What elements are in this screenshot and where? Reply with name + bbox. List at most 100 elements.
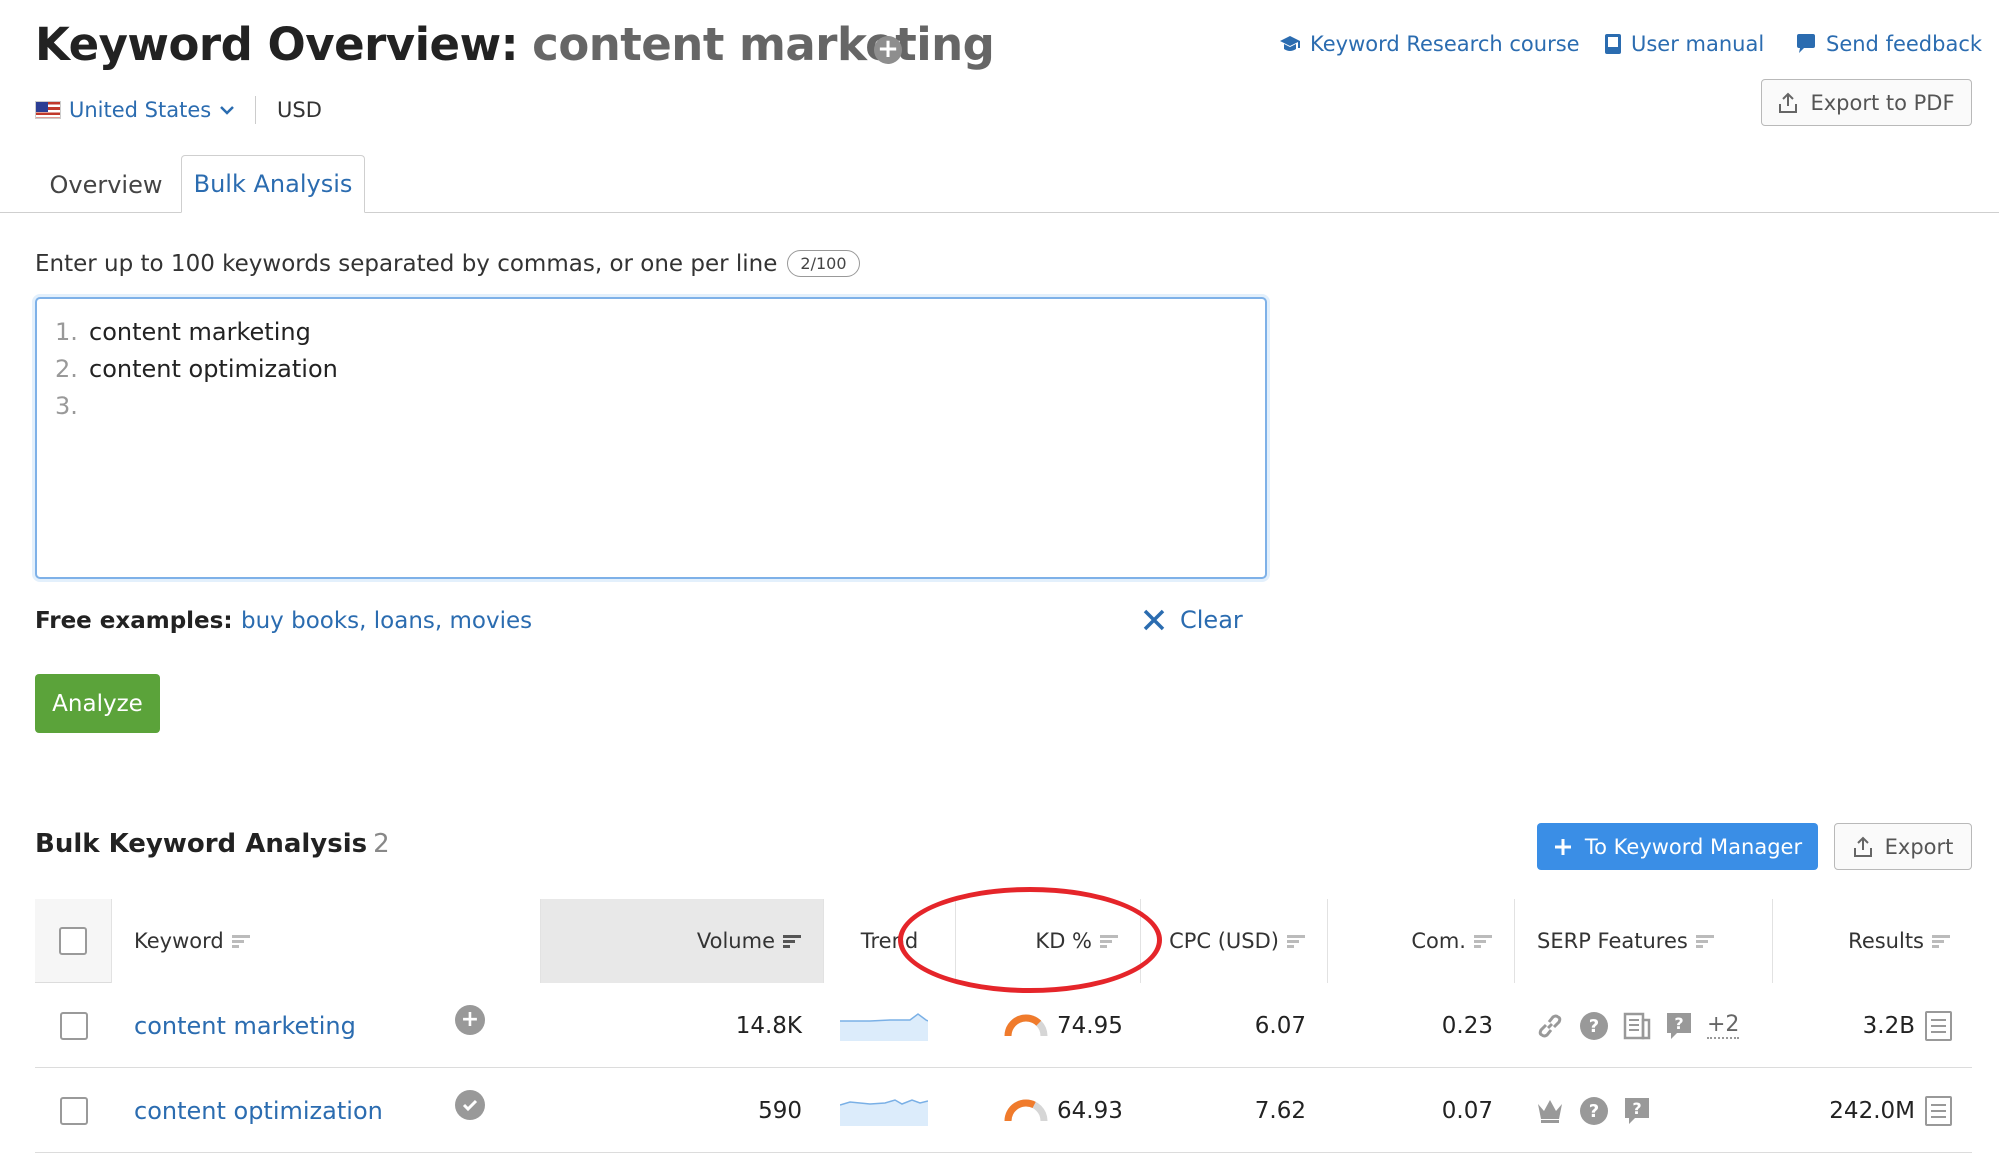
export-pdf-label: Export to PDF [1810,90,1955,115]
column-header-com[interactable]: Com. [1328,899,1515,983]
svg-text:?: ? [1589,1101,1599,1122]
free-examples-label: Free examples: [35,608,233,634]
keyword-line: 1. content marketing [55,313,1247,350]
line-text: content optimization [89,354,338,383]
keyword-line: 2. content optimization [55,350,1247,387]
sort-icon [1474,934,1492,948]
column-label: SERP Features [1537,929,1688,953]
keywords-textarea[interactable]: 1. content marketing 2. content optimizati… [35,297,1267,579]
table-row: content optimization 590 64.93 7.62 0.07… [35,1068,1972,1153]
upload-icon [1779,92,1798,113]
export-label: Export [1884,834,1954,859]
user-manual-label: User manual [1631,32,1765,56]
results-count: 2 [373,829,390,859]
keyword-research-course-label: Keyword Research course [1310,32,1580,56]
serp-features-cell: ? ? [1535,1068,1651,1153]
kd-gauge-fill [1004,1014,1042,1036]
added-status-icon[interactable] [455,1062,485,1147]
sort-icon [1695,934,1714,948]
select-all-checkbox[interactable] [59,927,87,955]
kd-gauge-icon [1004,1099,1048,1121]
tab-bulk-analysis[interactable]: Bulk Analysis [181,155,365,213]
svg-text:?: ? [1589,1016,1599,1037]
keyword-link[interactable]: content marketing [134,983,356,1068]
tab-overview[interactable]: Overview [36,156,176,213]
chat-bubble-icon [1797,34,1815,53]
row-checkbox[interactable] [59,1011,88,1040]
column-label: Com. [1411,929,1466,953]
link-icon [1538,1014,1562,1037]
currency-label: USD [277,98,322,122]
column-header-results[interactable]: Results [1773,899,1972,983]
faq-icon: ? [1667,1012,1691,1039]
free-examples-link[interactable]: buy books, loans, movies [241,608,532,634]
column-header-cpc[interactable]: CPC (USD) [1141,899,1328,983]
kd-value: 64.93 [1057,1097,1123,1124]
column-label: Volume [696,929,775,953]
add-keyword-icon[interactable]: + [874,36,902,64]
upload-icon [1853,836,1872,857]
results-value: 3.2B [1862,1012,1915,1039]
chevron-down-icon [220,106,235,115]
export-pdf-button[interactable]: Export to PDF [1761,79,1972,126]
book-icon [1605,34,1621,54]
serp-snapshot-icon[interactable] [1925,1095,1952,1126]
results-cell: 242.0M [1773,1068,1972,1153]
keywords-hint-text: Enter up to 100 keywords separated by co… [35,250,778,277]
serp-features-cell: ? ? +2 [1535,983,1740,1068]
analyze-button[interactable]: Analyze [35,674,160,733]
to-keyword-manager-label: To Keyword Manager [1584,834,1803,859]
divider [255,96,256,124]
results-title: Bulk Keyword Analysis 2 [35,829,390,859]
volume-cell: 14.8K [735,1012,802,1039]
send-feedback-link[interactable]: Send feedback [1795,32,1982,56]
question-circle-icon: ? [1580,1011,1608,1040]
country-label: United States [69,98,212,122]
select-all-cell [35,899,112,983]
country-selector[interactable]: United States [35,98,235,122]
column-header-volume[interactable]: Volume [541,899,824,983]
crown-icon [1538,1099,1562,1123]
results-cell: 3.2B [1773,983,1972,1068]
line-text: content marketing [89,317,311,346]
to-keyword-manager-button[interactable]: To Keyword Manager [1537,823,1818,870]
user-manual-link[interactable]: User manual [1604,32,1764,56]
trend-chart-icon [840,1098,928,1126]
column-label: Keyword [134,929,224,953]
kd-cell: 74.95 [1003,983,1123,1068]
table-row: content marketing + 14.8K 74.95 6.07 0.2… [35,983,1972,1068]
sort-icon [1932,934,1950,948]
row-checkbox[interactable] [59,1096,88,1125]
page-title-prefix: Keyword Overview: [35,18,519,71]
column-label: Results [1848,929,1924,953]
graduation-cap-icon [1280,36,1300,51]
keyword-link[interactable]: content optimization [134,1068,383,1153]
column-header-keyword[interactable]: Keyword [112,899,541,983]
faq-icon: ? [1625,1097,1649,1124]
serp-more-link[interactable]: +2 [1707,1012,1740,1039]
keyword-research-course-link[interactable]: Keyword Research course [1279,32,1580,56]
keyword-text: content marketing [134,1011,356,1040]
cpc-cell: 6.07 [1254,1012,1306,1039]
export-button[interactable]: Export [1834,823,1972,870]
us-flag-icon [35,101,61,119]
trend-sparkline [812,1068,956,1153]
clear-button[interactable]: Clear [1142,606,1243,634]
sort-icon [783,934,801,948]
close-icon [1143,609,1165,631]
volume-cell: 590 [758,1097,802,1124]
cpc-cell: 7.62 [1254,1097,1306,1124]
column-label: CPC (USD) [1169,929,1279,953]
svg-text:?: ? [1632,1099,1641,1118]
kd-gauge-icon [1004,1014,1048,1036]
trend-sparkline [812,983,956,1068]
add-to-list-icon[interactable]: + [455,977,485,1062]
kd-value: 74.95 [1057,1012,1123,1039]
clear-label: Clear [1180,606,1243,634]
kd-gauge-fill [1004,1099,1036,1121]
trend-chart-icon [840,1012,928,1041]
column-header-serp-features[interactable]: SERP Features [1515,899,1773,983]
line-number: 3. [55,391,78,420]
serp-snapshot-icon[interactable] [1925,1010,1952,1041]
results-title-text: Bulk Keyword Analysis [35,829,368,859]
